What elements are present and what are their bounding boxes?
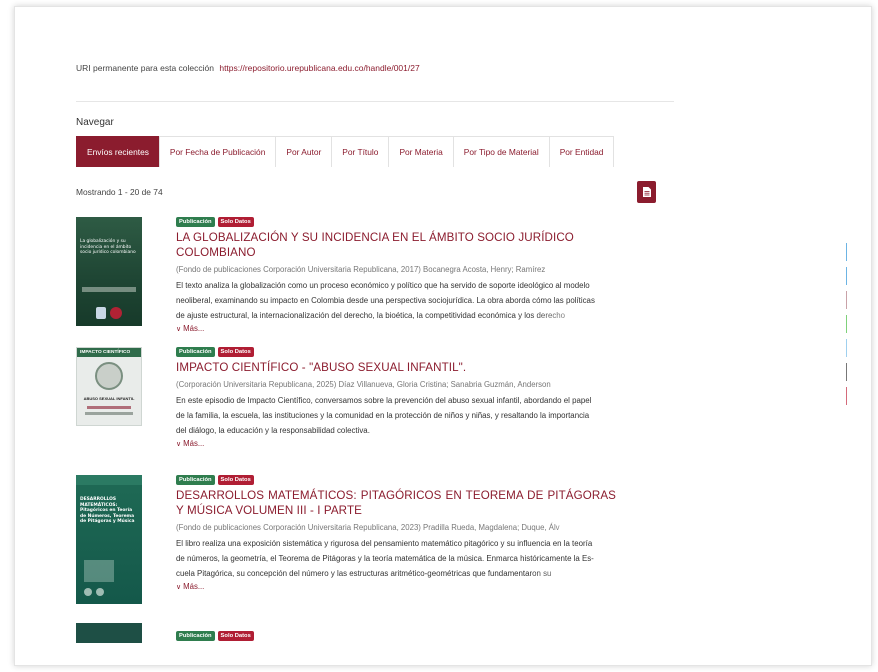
edge-marker (846, 243, 847, 261)
edge-marker (846, 267, 847, 285)
speaker-photo (95, 362, 123, 390)
publication-badge: Publicación (176, 631, 215, 641)
cover-title: IMPACTO CIENTÍFICO (77, 348, 141, 357)
cover-subtitle: ABUSO SEXUAL INFANTIL (83, 396, 135, 401)
item-meta: (Corporación Universitaria Republicana, … (176, 380, 551, 389)
abstract-line: neoliberal, examinando su impacto en Col… (176, 296, 595, 305)
more-label: Más... (183, 324, 205, 333)
tab-by-subject[interactable]: Por Materia (388, 136, 454, 167)
permanent-uri-link[interactable]: https://repositorio.urepublicana.edu.co/… (219, 63, 419, 73)
item-title[interactable]: DESARROLLOS MATEMÁTICOS: PITAGÓRICOS EN … (176, 488, 616, 518)
item-meta: (Fondo de publicaciones Corporación Univ… (176, 523, 560, 532)
cover-thumbnail[interactable]: IMPACTO CIENTÍFICO ABUSO SEXUAL INFANTIL (76, 347, 142, 426)
more-link[interactable]: ∨ Más... (176, 439, 616, 448)
cover-author-strip (82, 287, 136, 292)
cover-title: DESARROLLOS MATEMÁTICOS: Pitagóricos en … (80, 497, 135, 524)
cover-title: La globalización y su incidencia en el á… (80, 239, 136, 255)
chevron-down-icon: ∨ (176, 325, 182, 333)
result-content: Publicación Solo Datos DESARROLLOS MATEM… (176, 475, 616, 591)
cover-author-block (84, 560, 114, 582)
result-content: Publicación Solo Datos (176, 631, 616, 644)
abstract-line: de la familia, la escuela, las instituci… (176, 411, 590, 420)
results-count: Mostrando 1 - 20 de 74 (76, 187, 163, 197)
cover-thumbnail[interactable]: La globalización y su incidencia en el á… (76, 217, 142, 326)
page-frame: URI permanente para esta colección https… (14, 6, 872, 666)
divider (76, 101, 674, 102)
browse-tabs: Envíos recientes Por Fecha de Publicació… (76, 136, 615, 167)
cover-strip (85, 412, 133, 415)
abstract-line: El libro realiza una exposición sistemát… (176, 539, 593, 548)
result-item: Publicación Solo Datos (76, 623, 616, 665)
more-link[interactable]: ∨ Más... (176, 582, 616, 591)
edge-marker (846, 387, 847, 405)
item-badges: Publicación Solo Datos (176, 347, 616, 357)
chevron-down-icon: ∨ (176, 440, 182, 448)
browse-label: Navegar (76, 117, 114, 128)
abstract-line: cuela Pitagórica, su concepción del núme… (176, 569, 552, 578)
export-button[interactable] (637, 181, 656, 203)
logo-icon (96, 588, 104, 596)
tab-by-author[interactable]: Por Autor (275, 136, 333, 167)
tab-by-material-type[interactable]: Por Tipo de Material (452, 136, 550, 167)
permanent-uri-line: URI permanente para esta colección https… (76, 63, 420, 73)
more-label: Más... (183, 439, 205, 448)
edge-marker (846, 339, 847, 357)
tab-by-date[interactable]: Por Fecha de Publicación (158, 136, 277, 167)
edge-marker (846, 291, 847, 309)
tab-by-entity[interactable]: Por Entidad (548, 136, 615, 167)
data-only-badge: Solo Datos (217, 631, 254, 641)
right-edge-markers (846, 243, 850, 411)
tab-by-title[interactable]: Por Título (331, 136, 390, 167)
shield-icon (96, 307, 106, 319)
edge-marker (846, 363, 847, 381)
edge-marker (846, 315, 847, 333)
publication-badge: Publicación (176, 217, 215, 227)
chevron-down-icon: ∨ (176, 583, 182, 591)
permanent-uri-label: URI permanente para esta colección (76, 63, 214, 73)
abstract-line: El texto analiza la globalización como u… (176, 281, 590, 290)
more-link[interactable]: ∨ Más... (176, 324, 616, 333)
abstract-line: de números, la geometría, el Teorema de … (176, 554, 594, 563)
item-title[interactable]: IMPACTO CIENTÍFICO - "ABUSO SEXUAL INFAN… (176, 360, 616, 375)
result-content: Publicación Solo Datos IMPACTO CIENTÍFIC… (176, 347, 616, 448)
item-title[interactable]: LA GLOBALIZACIÓN Y SU INCIDENCIA EN EL Á… (176, 230, 616, 260)
item-abstract: El texto analiza la globalización como u… (176, 278, 616, 323)
result-item: IMPACTO CIENTÍFICO ABUSO SEXUAL INFANTIL… (76, 347, 616, 463)
publication-badge: Publicación (176, 347, 215, 357)
item-meta: (Fondo de publicaciones Corporación Univ… (176, 265, 546, 274)
tab-recent-submissions[interactable]: Envíos recientes (76, 136, 160, 167)
item-badges: Publicación Solo Datos (176, 475, 616, 485)
item-badges: Publicación Solo Datos (176, 631, 616, 641)
item-abstract: El libro realiza una exposición sistemát… (176, 536, 616, 581)
abstract-line: de ajuste estructural, la internacionali… (176, 311, 566, 320)
seal-icon (110, 307, 122, 319)
item-abstract: En este episodio de Impacto Científico, … (176, 393, 616, 438)
abstract-line: del diálogo, la educación y la responsab… (176, 426, 370, 435)
publication-badge: Publicación (176, 475, 215, 485)
cover-strip (87, 406, 131, 409)
result-item: La globalización y su incidencia en el á… (76, 217, 616, 339)
data-only-badge: Solo Datos (217, 217, 254, 227)
data-only-badge: Solo Datos (217, 475, 254, 485)
cover-thumbnail[interactable]: DESARROLLOS MATEMÁTICOS: Pitagóricos en … (76, 475, 142, 604)
data-only-badge: Solo Datos (217, 347, 254, 357)
more-label: Más... (183, 582, 205, 591)
result-content: Publicación Solo Datos LA GLOBALIZACIÓN … (176, 217, 616, 333)
item-badges: Publicación Solo Datos (176, 217, 616, 227)
result-item: DESARROLLOS MATEMÁTICOS: Pitagóricos en … (76, 475, 616, 613)
cover-header-strip (76, 475, 142, 485)
file-icon (642, 187, 651, 197)
abstract-line: En este episodio de Impacto Científico, … (176, 396, 592, 405)
logo-icon (84, 588, 92, 596)
cover-thumbnail[interactable] (76, 623, 142, 643)
